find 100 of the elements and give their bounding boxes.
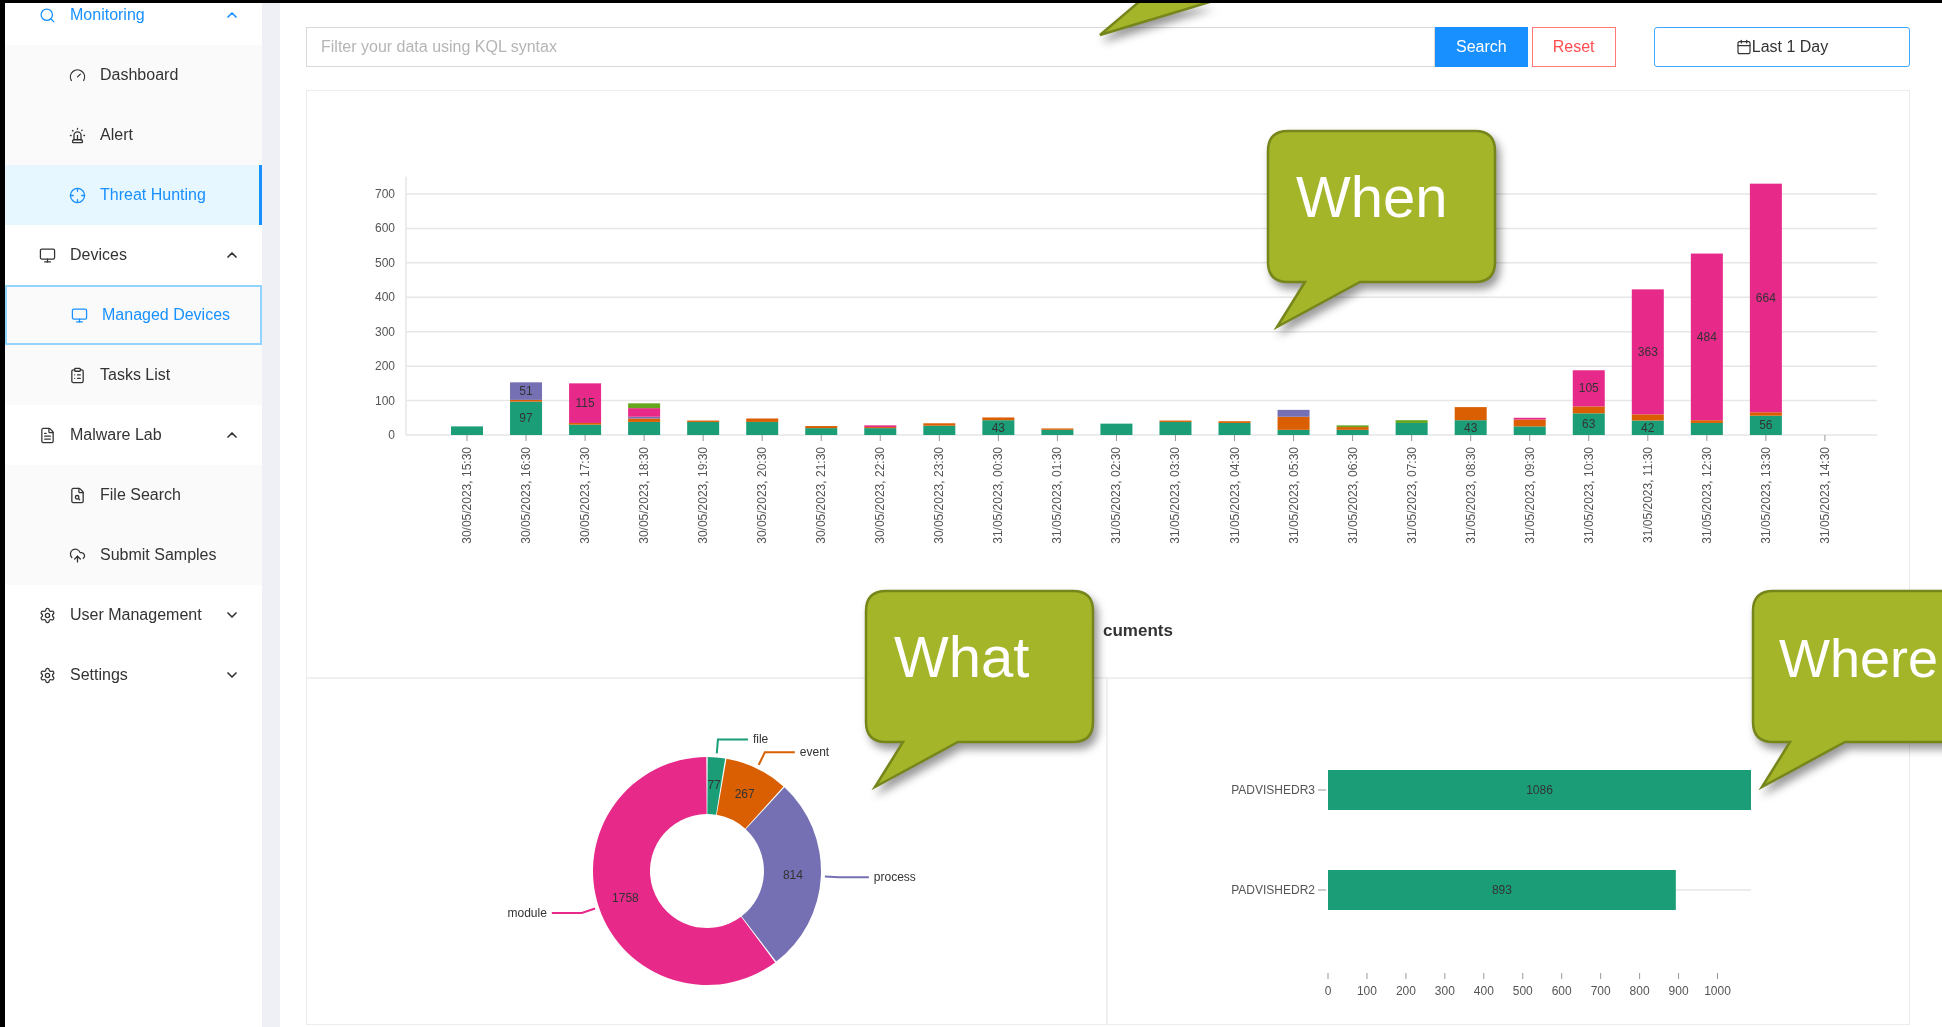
- data-label: 267: [734, 786, 755, 801]
- settings-icon: [39, 606, 56, 624]
- menu-group[interactable]: Malware Lab: [5, 405, 262, 465]
- crosshair-icon: [69, 186, 86, 204]
- data-label: 77: [707, 778, 721, 793]
- bar-segment: [451, 426, 483, 435]
- axis-label: 400: [374, 290, 395, 305]
- axis-label: 800: [1629, 984, 1650, 998]
- axis-label: 31/05/2023, 01:30: [1050, 447, 1065, 544]
- data-label: 51: [519, 384, 533, 399]
- menu-item[interactable]: Dashboard: [5, 45, 262, 105]
- search-field[interactable]: Filter your data using KQL syntax: [306, 27, 1435, 67]
- calendar-icon: [1735, 39, 1752, 55]
- slice-label: file: [752, 732, 769, 747]
- axis-label: 30/05/2023, 20:30: [755, 447, 770, 544]
- data-label: 43: [1464, 420, 1478, 435]
- axis-label: 500: [374, 255, 395, 270]
- axis-label: 30/05/2023, 18:30: [637, 447, 652, 544]
- axis-label: 31/05/2023, 13:30: [1758, 447, 1773, 544]
- axis-label: 0: [388, 428, 395, 442]
- data-label: 115: [575, 396, 595, 411]
- data-label: 97: [519, 411, 533, 426]
- axis-label: 31/05/2023, 05:30: [1286, 447, 1301, 544]
- data-label: 43: [991, 420, 1006, 435]
- axis-label: 300: [374, 324, 395, 339]
- axis-label: 30/05/2023, 21:30: [814, 447, 829, 544]
- axis-label: 31/05/2023, 04:30: [1227, 447, 1242, 544]
- menu-group-label: Settings: [70, 665, 129, 685]
- axis-label: 200: [1395, 984, 1416, 998]
- menu-group[interactable]: User Management: [5, 585, 262, 645]
- menu-item[interactable]: File Search: [5, 465, 262, 525]
- slice-label: event: [799, 745, 830, 760]
- data-label: 363: [1637, 344, 1658, 359]
- axis-label: 600: [1551, 984, 1572, 998]
- menu-group-label: User Management: [70, 605, 203, 625]
- settings-icon: [39, 666, 56, 684]
- chart-title: cuments: [1103, 620, 1173, 643]
- callout-text: What: [894, 628, 1030, 686]
- menu-group-label: Devices: [70, 245, 128, 265]
- callout-text: When: [1296, 168, 1448, 226]
- axis-label: 31/05/2023, 03:30: [1168, 447, 1183, 544]
- slice-label: process: [873, 870, 916, 885]
- slice-label: module: [507, 905, 547, 920]
- menu-group-label: Monitoring: [70, 5, 146, 25]
- menu-group[interactable]: Settings: [5, 645, 262, 705]
- menu-item[interactable]: Submit Samples: [5, 525, 262, 585]
- axis-label: 31/05/2023, 00:30: [991, 447, 1006, 544]
- bar-segment: [1100, 423, 1133, 435]
- axis-label: 500: [1512, 984, 1533, 998]
- axis-label: 0: [1324, 984, 1332, 998]
- monitor-icon: [39, 246, 56, 264]
- data-label: 63: [1582, 417, 1596, 432]
- axis-label: 30/05/2023, 17:30: [578, 447, 593, 544]
- axis-label: 1000: [1704, 984, 1731, 998]
- data-label: 42: [1641, 420, 1655, 435]
- file-search-icon: [69, 486, 86, 504]
- axis-label: 31/05/2023, 10:30: [1581, 447, 1596, 544]
- leader-line: [757, 751, 796, 766]
- list-icon: [69, 366, 86, 384]
- axis-label: 700: [1590, 984, 1611, 998]
- axis-label: 31/05/2023, 02:30: [1109, 447, 1124, 544]
- menu-group[interactable]: Devices: [5, 225, 262, 285]
- axis-label: 31/05/2023, 07:30: [1404, 447, 1419, 544]
- axis-label: 30/05/2023, 15:30: [460, 447, 474, 544]
- axis-label: PADVISHEDR3: [1231, 783, 1315, 797]
- axis-label: 100: [374, 393, 395, 408]
- menu-item[interactable]: Tasks List: [5, 345, 262, 405]
- axis-label: 200: [374, 359, 395, 374]
- axis-label: 30/05/2023, 19:30: [696, 447, 711, 544]
- axis-label: 400: [1473, 984, 1494, 998]
- leader-line: [550, 907, 597, 914]
- axis-label: 31/05/2023, 14:30: [1817, 447, 1832, 544]
- axis-label: 100: [1356, 984, 1377, 998]
- menu-group-label: Malware Lab: [70, 425, 163, 445]
- data-label: 1086: [1526, 783, 1553, 797]
- axis-label: 30/05/2023, 22:30: [873, 447, 888, 544]
- menu-item[interactable]: Alert: [5, 105, 262, 165]
- siren-icon: [69, 126, 86, 144]
- axis-label: 900: [1668, 984, 1689, 998]
- axis-label: 31/05/2023, 09:30: [1522, 447, 1537, 544]
- callout-text: Where: [1779, 631, 1939, 685]
- data-label: 814: [782, 868, 803, 883]
- axis-label: 30/05/2023, 23:30: [932, 447, 947, 544]
- axis-label: PADVISHEDR2: [1231, 883, 1315, 897]
- data-label: 56: [1759, 418, 1773, 433]
- axis-label: 31/05/2023, 11:30: [1640, 447, 1655, 543]
- data-label: 105: [1578, 381, 1599, 396]
- data-label: 1758: [612, 891, 639, 906]
- document-icon: [39, 426, 56, 444]
- leader-line: [715, 738, 749, 755]
- axis-label: 700: [374, 187, 395, 201]
- axis-label: 30/05/2023, 16:30: [519, 447, 534, 544]
- data-label: 484: [1696, 329, 1717, 344]
- axis-label: 31/05/2023, 08:30: [1463, 447, 1478, 544]
- monitor-icon: [71, 306, 88, 324]
- axis-label: 31/05/2023, 12:30: [1699, 447, 1714, 544]
- gauge-icon: [69, 66, 86, 84]
- date-range-button[interactable]: Last 1 Day: [1654, 27, 1910, 67]
- bar-segment: [1454, 420, 1487, 435]
- cloud-upload-icon: [69, 546, 86, 564]
